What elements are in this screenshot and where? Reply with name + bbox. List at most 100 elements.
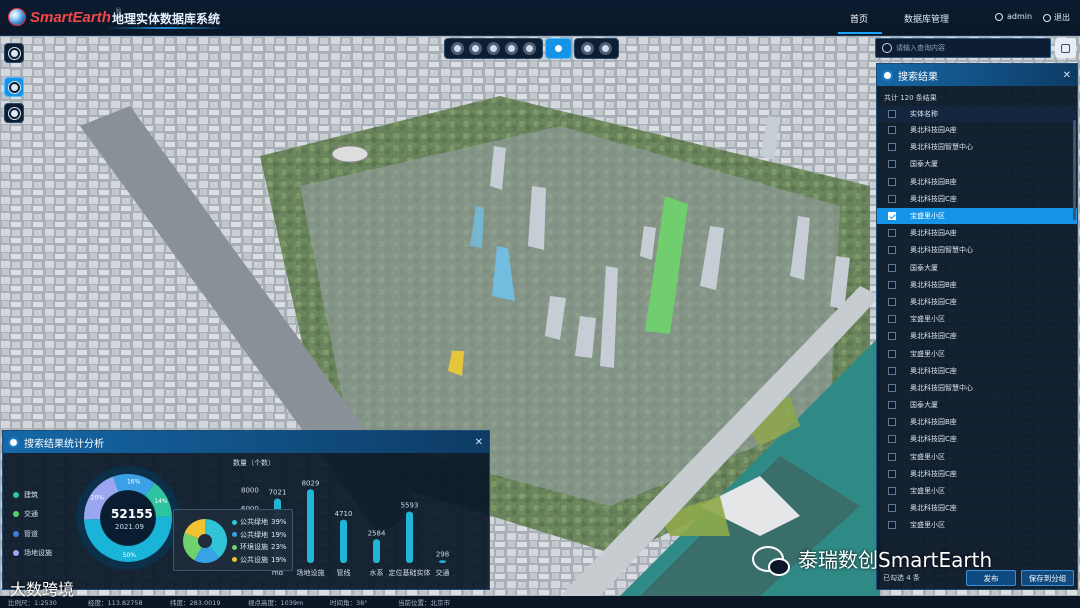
- row-checkbox[interactable]: [888, 383, 896, 392]
- row-checkbox[interactable]: [888, 126, 896, 135]
- row-checkbox[interactable]: [888, 366, 896, 375]
- camera-tool-icon[interactable]: [487, 42, 500, 55]
- row-checkbox[interactable]: [888, 504, 896, 513]
- save-to-group-button[interactable]: 保存到分组: [1021, 570, 1074, 586]
- row-checkbox[interactable]: [888, 469, 896, 478]
- row-checkbox[interactable]: [888, 177, 896, 186]
- results-panel-header: 搜索结果 ✕: [877, 64, 1077, 86]
- bar-value-label: 5593: [401, 502, 419, 510]
- table-row[interactable]: 奥北科技园B座: [877, 277, 1077, 294]
- row-checkbox[interactable]: [888, 315, 896, 324]
- table-row[interactable]: 国泰大厦: [877, 156, 1077, 174]
- table-row[interactable]: 奥北科技园C座: [877, 328, 1077, 346]
- search-filter-button[interactable]: [1055, 38, 1076, 58]
- table-row[interactable]: 宝盛里小区: [877, 483, 1077, 501]
- entity-query-tool-icon[interactable]: [552, 42, 565, 55]
- legend-swatch: [13, 530, 19, 537]
- subcategory-percent: 23%: [271, 543, 287, 552]
- bar[interactable]: [307, 489, 314, 563]
- row-entity-name: 奥北科技园智慧中心: [910, 246, 973, 255]
- row-entity-name: 奥北科技园智慧中心: [910, 143, 973, 152]
- status-longitude: 经度：113.82758: [88, 599, 143, 607]
- row-checkbox[interactable]: [888, 229, 896, 238]
- measure-tool-icon[interactable]: [451, 42, 464, 55]
- row-entity-name: 宝盛里小区: [910, 212, 945, 221]
- bar[interactable]: [340, 519, 347, 563]
- row-entity-name: 宝盛里小区: [910, 452, 945, 461]
- donut-slice-label: 20%: [91, 494, 105, 501]
- row-checkbox[interactable]: [888, 418, 896, 427]
- draw-tool-icon[interactable]: [469, 42, 482, 55]
- row-checkbox[interactable]: [888, 332, 896, 341]
- table-row[interactable]: 奥北科技园智慧中心: [877, 139, 1077, 157]
- subcategory-swatch: [232, 519, 237, 525]
- analysis-tool-icon[interactable]: [523, 42, 536, 55]
- subcategory-pie: [183, 519, 227, 563]
- table-row[interactable]: 奥北科技园C座: [877, 500, 1077, 518]
- row-entity-name: 奥北科技园C座: [910, 297, 957, 306]
- table-row[interactable]: 奥北科技园B座: [877, 174, 1077, 191]
- view-tool-icon[interactable]: [581, 42, 594, 55]
- row-entity-name: 奥北科技园C座: [910, 332, 957, 341]
- row-checkbox[interactable]: [888, 401, 896, 410]
- split-tool-icon[interactable]: [599, 42, 612, 55]
- bar[interactable]: [406, 511, 413, 563]
- row-checkbox[interactable]: [888, 280, 896, 289]
- table-row[interactable]: 宝盛里小区: [877, 207, 1077, 226]
- table-row[interactable]: 奥北科技园A座: [877, 225, 1077, 243]
- layers-button[interactable]: [4, 43, 24, 63]
- user-menu[interactable]: admin: [995, 12, 1032, 21]
- table-row[interactable]: 奥北科技园智慧中心: [877, 380, 1077, 397]
- row-checkbox[interactable]: [888, 349, 896, 358]
- table-row[interactable]: 奥北科技园C座: [877, 191, 1077, 208]
- table-row[interactable]: 奥北科技园C座: [877, 431, 1077, 449]
- status-time: 时间角：38°: [330, 599, 368, 607]
- close-icon[interactable]: ✕: [475, 437, 483, 448]
- search-input[interactable]: [896, 41, 1046, 55]
- row-checkbox[interactable]: [888, 297, 896, 306]
- logout-button[interactable]: 退出: [1043, 12, 1070, 23]
- row-checkbox[interactable]: [888, 452, 896, 461]
- table-row[interactable]: 奥北科技园C座: [877, 294, 1077, 312]
- bar[interactable]: [439, 560, 446, 563]
- nav-home[interactable]: 首页: [850, 12, 868, 25]
- bar[interactable]: [373, 539, 380, 563]
- close-icon[interactable]: ✕: [1063, 70, 1071, 81]
- table-row[interactable]: 奥北科技园A座: [877, 122, 1077, 140]
- table-row[interactable]: 宝盛里小区: [877, 311, 1077, 329]
- table-row[interactable]: 国泰大厦: [877, 397, 1077, 415]
- search-mode-button[interactable]: [4, 77, 24, 97]
- table-row[interactable]: 奥北科技园智慧中心: [877, 242, 1077, 260]
- table-row[interactable]: 国泰大厦: [877, 260, 1077, 277]
- row-entity-name: 奥北科技园C座: [910, 366, 957, 375]
- table-row[interactable]: 奥北科技园B座: [877, 414, 1077, 432]
- subcategory-percent: 19%: [271, 530, 287, 539]
- selected-count: 已勾选 4 条: [883, 574, 920, 582]
- table-row[interactable]: 宝盛里小区: [877, 449, 1077, 466]
- print-tool-icon[interactable]: [505, 42, 518, 55]
- nav-database-management[interactable]: 数据库管理: [904, 12, 949, 25]
- row-entity-name: 国泰大厦: [910, 263, 938, 272]
- results-scrollbar[interactable]: [1073, 120, 1076, 220]
- tools-button[interactable]: [4, 103, 24, 123]
- table-row[interactable]: 宝盛里小区: [877, 517, 1077, 535]
- results-list: 奥北科技园A座 奥北科技园智慧中心 国泰大厦 奥北科技园B座 奥北科技园C座 宝盛里小区奥…: [877, 122, 1077, 535]
- select-all-checkbox[interactable]: [888, 110, 896, 118]
- stats-icon: [8, 436, 19, 448]
- search-results-panel: 搜索结果 ✕ 共计 120 条结果 实体名称 奥北科技园A座 奥北科技园智慧中心国…: [876, 63, 1078, 590]
- row-checkbox[interactable]: [888, 160, 896, 169]
- row-checkbox[interactable]: [888, 246, 896, 255]
- row-checkbox[interactable]: [888, 521, 896, 530]
- row-checkbox[interactable]: [888, 194, 896, 203]
- row-checkbox[interactable]: [888, 143, 896, 152]
- table-row[interactable]: 奥北科技园C座: [877, 363, 1077, 380]
- subcategory-tooltip: 公共绿地 39% 公共绿地 19% 环境设施 23% 公共设施 19%: [173, 509, 293, 571]
- row-checkbox[interactable]: [888, 435, 896, 444]
- table-row[interactable]: 宝盛里小区: [877, 345, 1077, 363]
- row-checkbox[interactable]: [888, 263, 896, 272]
- legend-item: 建筑: [13, 485, 52, 505]
- table-row[interactable]: 奥北科技园C座: [877, 466, 1077, 483]
- row-entity-name: 奥北科技园智慧中心: [910, 383, 973, 392]
- row-checkbox[interactable]: [888, 212, 896, 221]
- row-checkbox[interactable]: [888, 487, 896, 496]
